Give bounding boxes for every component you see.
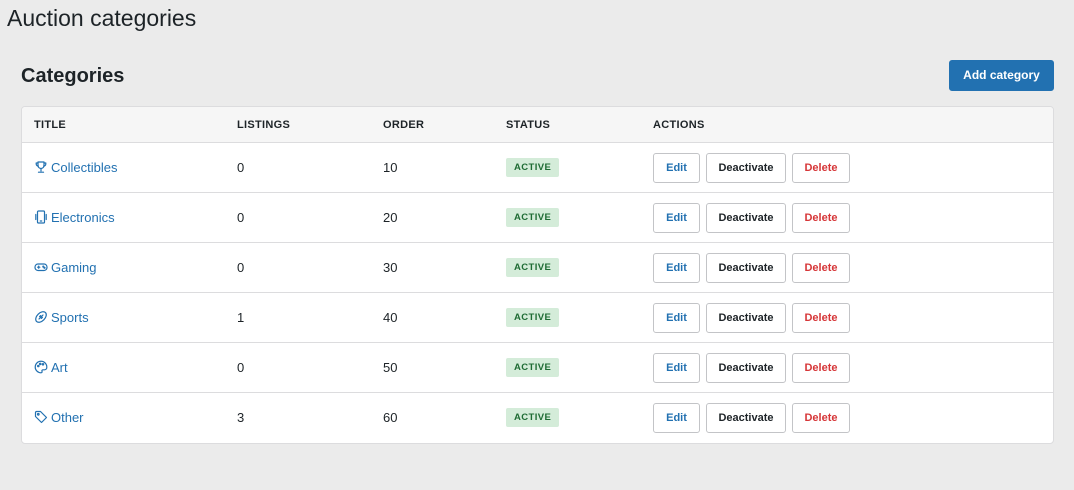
category-link-gaming[interactable]: Gaming — [34, 260, 97, 275]
title-cell: Gaming — [34, 243, 97, 293]
column-header-order: ORDER — [383, 119, 425, 131]
edit-button[interactable]: Edit — [653, 353, 700, 383]
title-cell: Other — [34, 393, 84, 443]
category-link-other[interactable]: Other — [34, 410, 84, 425]
table-row: Sports 1 40 ACTIVE Edit Deactivate Delet… — [22, 293, 1053, 343]
table-row: Collectibles 0 10 ACTIVE Edit Deactivate… — [22, 143, 1053, 193]
category-title: Collectibles — [51, 160, 118, 175]
edit-button[interactable]: Edit — [653, 403, 700, 433]
edit-button[interactable]: Edit — [653, 303, 700, 333]
listings-cell: 0 — [237, 210, 245, 225]
order-cell: 20 — [383, 210, 398, 225]
status-badge: ACTIVE — [506, 408, 560, 427]
category-link-electronics[interactable]: Electronics — [34, 210, 115, 225]
column-header-status: STATUS — [506, 119, 551, 131]
table-row: Gaming 0 30 ACTIVE Edit Deactivate Delet… — [22, 243, 1053, 293]
table-row: Electronics 0 20 ACTIVE Edit Deactivate … — [22, 193, 1053, 243]
table-header: TITLE LISTINGS ORDER STATUS ACTIONS — [22, 107, 1053, 143]
deactivate-button[interactable]: Deactivate — [706, 253, 786, 283]
listings-cell: 0 — [237, 160, 245, 175]
deactivate-button[interactable]: Deactivate — [706, 153, 786, 183]
status-badge: ACTIVE — [506, 258, 560, 277]
category-title: Electronics — [51, 210, 115, 225]
status-badge: ACTIVE — [506, 208, 560, 227]
listings-cell: 3 — [237, 410, 245, 425]
delete-button[interactable]: Delete — [792, 203, 850, 233]
order-cell: 50 — [383, 360, 398, 375]
delete-button[interactable]: Delete — [792, 153, 850, 183]
deactivate-button[interactable]: Deactivate — [706, 403, 786, 433]
deactivate-button[interactable]: Deactivate — [706, 203, 786, 233]
status-badge: ACTIVE — [506, 308, 560, 327]
title-cell: Sports — [34, 293, 89, 343]
category-title: Other — [51, 410, 84, 425]
title-cell: Art — [34, 343, 68, 393]
section-title: Categories — [21, 65, 125, 87]
edit-button[interactable]: Edit — [653, 153, 700, 183]
listings-cell: 0 — [237, 260, 245, 275]
column-header-actions: ACTIONS — [653, 119, 705, 131]
category-link-collectibles[interactable]: Collectibles — [34, 160, 117, 175]
edit-button[interactable]: Edit — [653, 203, 700, 233]
order-cell: 60 — [383, 410, 398, 425]
order-cell: 30 — [383, 260, 398, 275]
add-category-button[interactable]: Add category — [949, 60, 1054, 91]
category-title: Gaming — [51, 260, 97, 275]
delete-button[interactable]: Delete — [792, 303, 850, 333]
order-cell: 40 — [383, 310, 398, 325]
trophy-icon — [34, 160, 48, 174]
delete-button[interactable]: Delete — [792, 253, 850, 283]
table-row: Other 3 60 ACTIVE Edit Deactivate Delete — [22, 393, 1053, 443]
palette-icon — [34, 360, 48, 374]
category-link-sports[interactable]: Sports — [34, 310, 89, 325]
football-icon — [34, 310, 48, 324]
column-header-listings: LISTINGS — [237, 119, 291, 131]
delete-button[interactable]: Delete — [792, 403, 850, 433]
table-row: Art 0 50 ACTIVE Edit Deactivate Delete — [22, 343, 1053, 393]
page-title: Auction categories — [7, 5, 197, 31]
category-title: Art — [51, 360, 68, 375]
listings-cell: 1 — [237, 310, 245, 325]
tag-icon — [34, 410, 48, 424]
order-cell: 10 — [383, 160, 398, 175]
title-cell: Electronics — [34, 193, 115, 243]
title-cell: Collectibles — [34, 143, 117, 193]
delete-button[interactable]: Delete — [792, 353, 850, 383]
status-badge: ACTIVE — [506, 358, 560, 377]
listings-cell: 0 — [237, 360, 245, 375]
status-badge: ACTIVE — [506, 158, 560, 177]
phone-icon — [34, 210, 48, 224]
categories-table: TITLE LISTINGS ORDER STATUS ACTIONS Coll… — [21, 106, 1054, 444]
category-link-art[interactable]: Art — [34, 360, 68, 375]
edit-button[interactable]: Edit — [653, 253, 700, 283]
gamepad-icon — [34, 260, 48, 274]
category-title: Sports — [51, 310, 89, 325]
deactivate-button[interactable]: Deactivate — [706, 303, 786, 333]
deactivate-button[interactable]: Deactivate — [706, 353, 786, 383]
column-header-title: TITLE — [34, 119, 67, 131]
